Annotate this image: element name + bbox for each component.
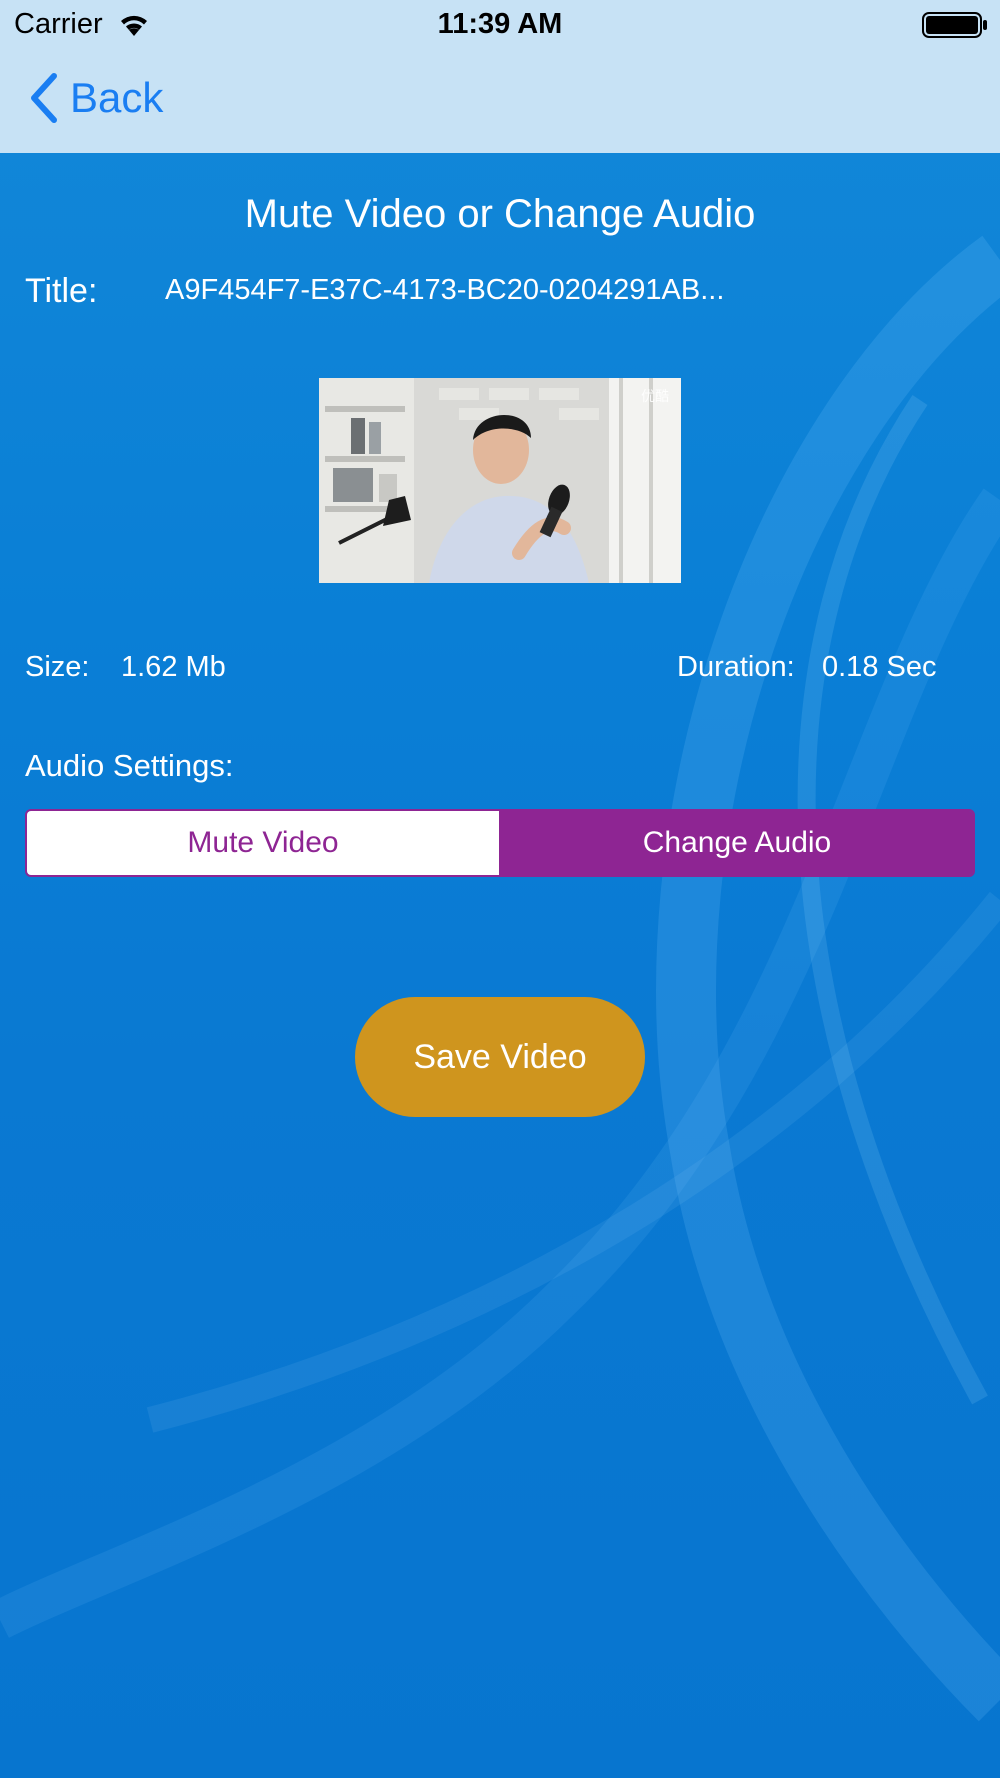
audio-segmented-control: Mute Video Change Audio [25,809,975,877]
save-video-button[interactable]: Save Video [355,997,645,1117]
segment-mute-video[interactable]: Mute Video [27,811,499,875]
chevron-left-icon [31,73,57,123]
status-time: 11:39 AM [437,8,563,40]
video-watermark: 优酷 [641,388,669,404]
duration-value: 0.18 Sec [822,651,937,683]
back-button[interactable]: Back [28,72,163,124]
title-label: Title: [25,272,98,310]
duration-label: Duration: [677,651,795,683]
top-bar: Carrier 11:39 AM Back [0,0,1000,153]
video-thumbnail[interactable]: 优酷 [319,378,681,583]
video-frame-image [319,378,681,583]
back-label: Back [70,74,164,121]
page-title: Mute Video or Change Audio [244,192,756,236]
size-value: 1.62 Mb [121,651,226,683]
video-audio-screen: Carrier 11:39 AM Back Mute Video or Chan… [0,0,1000,1778]
size-label: Size: [25,651,90,683]
segment-change-audio[interactable]: Change Audio [499,811,973,875]
background-swoosh [0,235,1000,1722]
title-value: A9F454F7-E37C-4173-BC20-0204291AB... [165,274,725,306]
battery-icon [922,12,987,38]
audio-settings-label: Audio Settings: [25,748,234,783]
